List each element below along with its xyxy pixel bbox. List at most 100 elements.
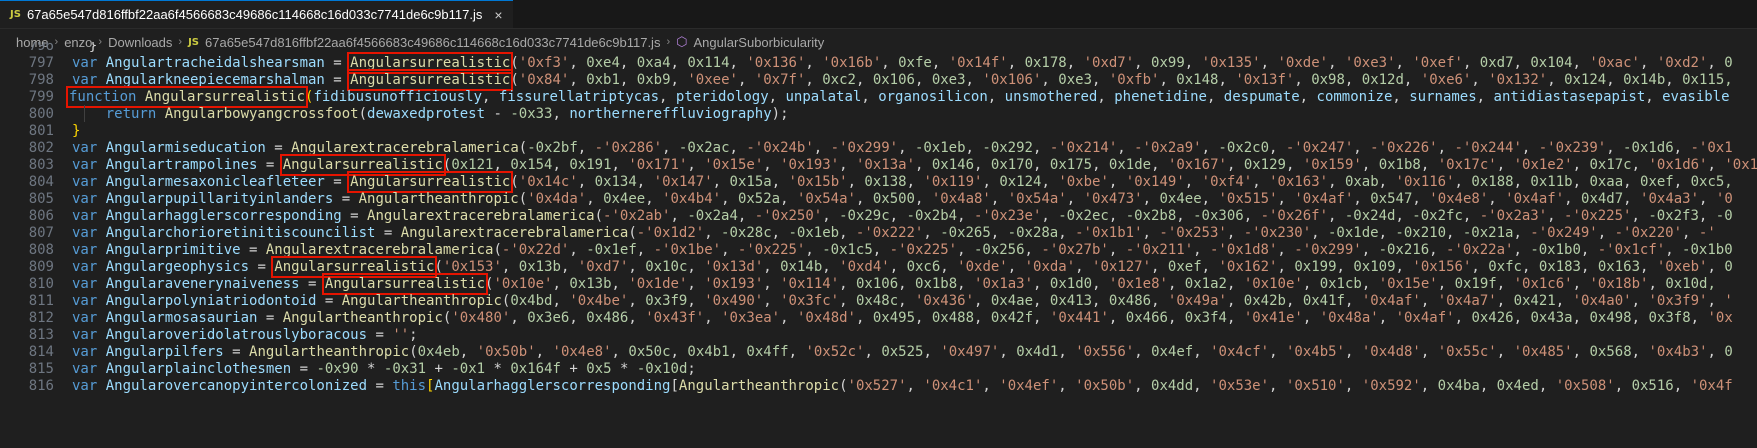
code-token: , [1108,208,1126,224]
code-token: 0xc5, [1690,174,1733,190]
code-line[interactable]: 816 var Angularovercanopyintercolonized =… [0,377,1757,396]
code-token: , [1496,276,1514,292]
code-token: = [324,55,351,71]
code-token: ); [771,106,789,122]
code-token: '0x14c' [518,174,578,190]
code-token: , [965,140,983,156]
code-token: '0x1e8' [1108,276,1168,292]
code-token: 0x115, [1682,72,1733,88]
code-token: , [813,140,831,156]
code-token: phenetidine [1114,89,1207,105]
code-token: ; [687,361,696,377]
code-token: 0x121 [451,157,494,173]
code-token: pteridology [675,89,769,105]
code-token: 0x3f9 [645,293,688,309]
code-token: var [72,327,106,343]
code-token: , [1092,157,1109,173]
code-token: , [1699,191,1716,207]
code-token: -'0x299' [830,140,899,156]
code-token: , [1066,191,1084,207]
code-token: '0x135' [1201,55,1261,71]
code-token: , [670,55,688,71]
code-token: , [780,310,797,326]
code-token: , [1454,174,1472,190]
code-token: , [1395,208,1413,224]
code-token: 0x11b [1530,174,1573,190]
code-token: -'0x23e' [973,208,1042,224]
js-file-icon: JS [10,9,21,20]
code-token: Angulartheanthropic [678,378,840,394]
code-token: , [552,293,570,309]
editor-tab[interactable]: JS 67a65e547d816ffbf22aa6f4566683c49686c… [0,0,513,28]
code-token: , [1353,140,1371,156]
code-token: '0 [1715,191,1733,207]
code-token: , [1184,55,1202,71]
code-token: , [1378,174,1396,190]
code-token: , [577,140,595,156]
code-token: this [392,378,427,394]
code-token: '0x13d' [704,259,764,275]
code-token: 0x134 [594,174,637,190]
code-token: , [763,293,781,309]
code-token: ( [409,344,418,360]
code-token: -0 [1715,208,1733,224]
code-token: 0x15a [729,174,772,190]
code-token: '0xeb' [1656,259,1708,275]
code-token: '0x53e' [1210,378,1270,394]
code-token: '0x171' [628,157,688,173]
code-token: 0x175 [1049,157,1093,173]
code-token: -0x1b0 [1530,242,1581,258]
code-token: , [1151,157,1168,173]
code-token: , [1479,378,1497,394]
code-token: , [729,344,747,360]
code-token: 0x104 [1530,55,1573,71]
code-token: = [375,225,401,241]
code-token: 0x178 [1024,55,1067,71]
code-token: , [974,157,991,173]
code-token: 0x413 [1049,293,1093,309]
code-token: , [1117,140,1135,156]
code-token: fissurellatriptycas [498,89,660,105]
code-token: '0x163' [1269,174,1329,190]
code-token: , [1361,242,1379,258]
code-token: -0x1de [1327,225,1379,241]
code-token: , [872,242,890,258]
code-token: , [1108,174,1126,190]
code-token: '0x3f9' [1648,293,1708,309]
code-token: 0x98 [1311,72,1345,88]
code-editor[interactable]: 796 } 797 var Angulartracheidalshearsman =… [0,42,1757,448]
code-token: , [1226,225,1244,241]
code-token: Angularoveridolatrouslyboracous [105,327,368,343]
code-token: , [990,191,1008,207]
code-token: 0xd7 [1479,55,1514,71]
code-token: 0x13b [569,276,612,292]
code-token: 0x516 [1631,378,1674,394]
code-token: -'0x299' [1294,242,1362,258]
code-token: '0xf4' [1201,174,1253,190]
code-token: Angulartheanthropic [249,344,410,360]
code-token: , [1033,276,1050,292]
code-token: , [737,72,755,88]
code-token: -0x216 [1378,242,1430,258]
code-token: -'0x22d' [501,242,570,258]
code-token: , [931,55,949,71]
code-token: , [1184,174,1202,190]
code-token: Angularpolyniatriodontoid [105,293,317,309]
code-token: , [940,259,958,275]
code-token: '0x4b5' [1285,344,1345,360]
code-token: = [257,310,283,326]
code-token: , [619,55,637,71]
close-icon[interactable]: × [494,7,502,23]
code-token: 0x10c [645,259,688,275]
code-token: , [982,174,1000,190]
code-token: -0x29c [839,208,890,224]
code-token: , [1572,157,1590,173]
code-token: , [1142,225,1160,241]
code-token: '0x14f' [948,55,1008,71]
code-token: 0x41f [1302,293,1345,309]
code-token: '0x515' [1218,191,1278,207]
code-token: -0x1c5 [822,242,873,258]
code-token: -0x1d6 [1623,140,1674,156]
code-token: , [1462,55,1480,71]
code-token: 0x4ae [990,293,1034,309]
